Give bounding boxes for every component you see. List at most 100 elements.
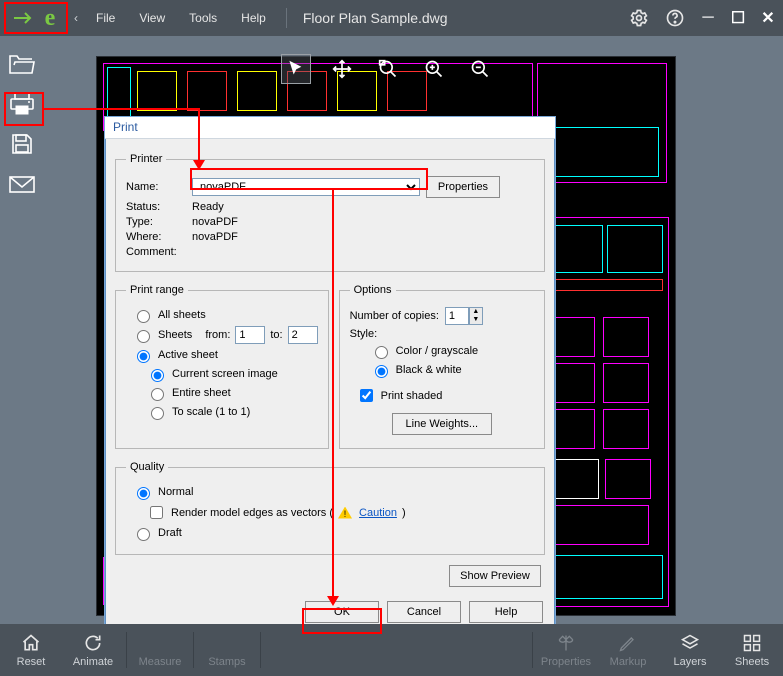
menu-help[interactable]: Help	[229, 0, 278, 36]
render-vectors-check[interactable]	[150, 506, 163, 519]
all-sheets-label: All sheets	[158, 309, 206, 321]
layers-icon	[679, 632, 701, 654]
quality-draft-label: Draft	[158, 527, 182, 539]
copies-spinner[interactable]: ▲▼	[469, 307, 483, 325]
quality-draft-radio[interactable]	[137, 528, 150, 541]
layers-label: Layers	[673, 656, 706, 668]
menu-file[interactable]: File	[84, 0, 127, 36]
style-label: Style:	[350, 328, 378, 340]
copies-label: Number of copies:	[350, 310, 439, 322]
grid-icon	[742, 632, 762, 654]
range-legend: Print range	[126, 284, 188, 296]
menu-tools[interactable]: Tools	[177, 0, 229, 36]
markup-label: Markup	[610, 656, 647, 668]
left-toolbar	[0, 44, 44, 198]
quality-group: Quality Normal Render model edges as vec…	[115, 461, 545, 555]
where-label: Where:	[126, 231, 186, 243]
pan-icon[interactable]	[328, 55, 356, 83]
sheets-radio[interactable]	[137, 330, 150, 343]
markup-button[interactable]: Markup	[597, 624, 659, 676]
help-icon[interactable]	[663, 6, 687, 30]
stamps-button[interactable]: Stamps	[196, 624, 258, 676]
arrow-right-icon	[14, 10, 36, 26]
help-button[interactable]: Help	[469, 601, 543, 623]
zoom-in-icon[interactable]	[420, 55, 448, 83]
app-logo[interactable]: e	[4, 2, 64, 34]
line-weights-button[interactable]: Line Weights...	[392, 413, 492, 435]
all-sheets-radio[interactable]	[137, 310, 150, 323]
menu-view[interactable]: View	[127, 0, 177, 36]
to-label: to:	[270, 329, 282, 341]
scales-icon	[555, 632, 577, 654]
open-file-icon[interactable]	[8, 50, 36, 78]
printer-properties-button[interactable]: Properties	[426, 176, 500, 198]
copies-input[interactable]	[445, 307, 469, 325]
status-value: Ready	[192, 201, 224, 213]
zoom-out-icon[interactable]	[466, 55, 494, 83]
view-nav-toolbar	[272, 52, 504, 86]
entire-sheet-label: Entire sheet	[172, 387, 231, 399]
print-shaded-check[interactable]	[360, 389, 373, 402]
quality-legend: Quality	[126, 461, 168, 473]
bw-radio[interactable]	[375, 365, 388, 378]
chevron-left-icon[interactable]: ‹	[68, 11, 84, 25]
minimize-button[interactable]: ─	[693, 6, 723, 30]
render-close: )	[402, 507, 406, 519]
document-title: Floor Plan Sample.dwg	[295, 10, 456, 26]
sheets-button[interactable]: Sheets	[721, 624, 783, 676]
menubar: e ‹ File View Tools Help Floor Plan Samp…	[0, 0, 783, 36]
cursor-icon[interactable]	[282, 55, 310, 83]
active-sheet-label: Active sheet	[158, 349, 218, 361]
options-group: Options Number of copies: ▲▼ Style: Colo…	[339, 284, 545, 449]
quality-normal-radio[interactable]	[137, 487, 150, 500]
from-label: from:	[205, 329, 230, 341]
caution-link[interactable]: Caution	[359, 507, 397, 519]
refresh-icon	[82, 632, 104, 654]
pencil-icon	[618, 632, 638, 654]
printer-legend: Printer	[126, 153, 166, 165]
home-icon	[20, 632, 42, 654]
current-screen-label: Current screen image	[172, 368, 278, 380]
layers-button[interactable]: Layers	[659, 624, 721, 676]
active-sheet-radio[interactable]	[137, 350, 150, 363]
ok-button[interactable]: OK	[305, 601, 379, 623]
sheets-label: Sheets	[735, 656, 769, 668]
to-input[interactable]	[288, 326, 318, 344]
measure-button[interactable]: Measure	[129, 624, 191, 676]
animate-button[interactable]: Animate	[62, 624, 124, 676]
sheets-label: Sheets	[158, 329, 192, 341]
save-icon[interactable]	[8, 130, 36, 158]
show-preview-button[interactable]: Show Preview	[449, 565, 541, 587]
to-scale-radio[interactable]	[151, 407, 164, 420]
stamps-label: Stamps	[208, 656, 245, 668]
printer-group: Printer Name: novaPDF Properties Status:…	[115, 153, 545, 272]
measure-label: Measure	[139, 656, 182, 668]
from-input[interactable]	[235, 326, 265, 344]
to-scale-label: To scale (1 to 1)	[172, 406, 250, 418]
logo-letter: e	[36, 5, 64, 32]
type-value: novaPDF	[192, 216, 238, 228]
color-radio[interactable]	[375, 346, 388, 359]
print-icon[interactable]	[8, 90, 36, 118]
dialog-title: Print	[105, 117, 555, 139]
properties-button[interactable]: Properties	[535, 624, 597, 676]
gear-icon[interactable]	[627, 6, 651, 30]
close-button[interactable]: ✕	[753, 6, 783, 30]
properties-label: Properties	[541, 656, 591, 668]
reset-button[interactable]: Reset	[0, 624, 62, 676]
comment-label: Comment:	[126, 246, 186, 258]
color-label: Color / grayscale	[396, 345, 479, 357]
printer-name-select[interactable]: novaPDF	[192, 178, 420, 196]
where-value: novaPDF	[192, 231, 238, 243]
maximize-button[interactable]: ☐	[723, 6, 753, 30]
entire-sheet-radio[interactable]	[151, 388, 164, 401]
current-screen-radio[interactable]	[151, 369, 164, 382]
animate-label: Animate	[73, 656, 113, 668]
mail-icon[interactable]	[8, 170, 36, 198]
bottom-toolbar: Reset Animate Measure Stamps Properties …	[0, 624, 783, 676]
caution-icon: !	[338, 507, 352, 519]
print-dialog: Print Printer Name: novaPDF Properties S…	[104, 116, 556, 636]
printer-name-label: Name:	[126, 181, 186, 193]
cancel-button[interactable]: Cancel	[387, 601, 461, 623]
zoom-window-icon[interactable]	[374, 55, 402, 83]
